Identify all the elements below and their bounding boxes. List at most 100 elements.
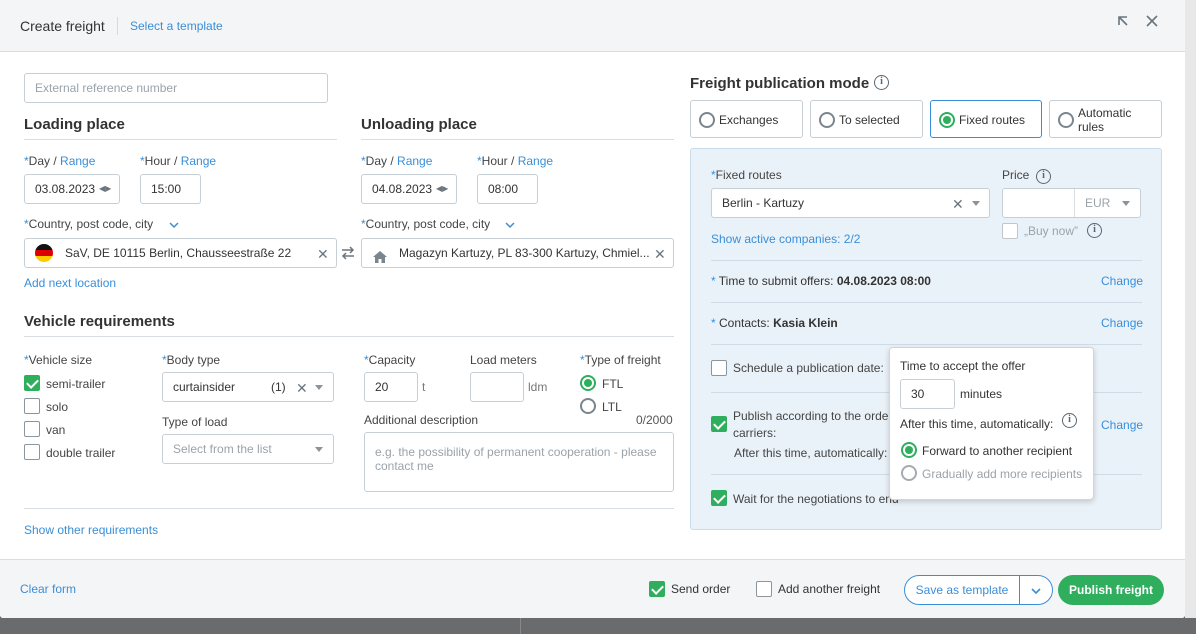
gradually-add-label: Gradually add more recipients bbox=[922, 467, 1083, 481]
fixed-routes-field-label: *Fixed routes bbox=[711, 168, 782, 182]
unloading-place-title: Unloading place bbox=[361, 116, 477, 133]
wait-negotiations-checkbox[interactable] bbox=[711, 490, 727, 506]
unloading-hour-label: *Hour / Range bbox=[477, 154, 554, 168]
schedule-publication-checkbox[interactable] bbox=[711, 360, 727, 376]
mode-automatic-rules-button[interactable]: Automatic rules bbox=[1049, 100, 1162, 138]
ftl-radio[interactable] bbox=[580, 375, 596, 391]
save-as-template-button[interactable]: Save as template bbox=[904, 575, 1020, 605]
freight-type-text: Type of freight bbox=[584, 353, 661, 367]
clear-icon[interactable]: ✕ bbox=[317, 247, 329, 261]
semi-trailer-checkbox[interactable] bbox=[24, 375, 40, 391]
publish-order-label: Publish according to the order bbox=[733, 409, 893, 423]
unloading-address-value: Magazyn Kartuzy, PL 83-300 Kartuzy, Chmi… bbox=[399, 246, 650, 260]
freight-type-label: *Type of freight bbox=[580, 353, 661, 367]
home-icon bbox=[372, 246, 388, 274]
collapse-icon[interactable] bbox=[1114, 14, 1132, 32]
loading-date-input[interactable]: 03.08.2023 ◀▶ bbox=[24, 174, 120, 204]
dropdown-arrow-icon[interactable] bbox=[1122, 201, 1130, 206]
forward-recipient-radio[interactable] bbox=[901, 442, 917, 458]
background-strip bbox=[0, 618, 1196, 634]
info-icon[interactable]: i bbox=[1062, 413, 1077, 428]
mode-to-selected-button[interactable]: To selected bbox=[810, 100, 923, 138]
solo-label: solo bbox=[46, 400, 69, 414]
info-icon[interactable]: i bbox=[1036, 169, 1051, 184]
minutes-input[interactable]: 30 bbox=[900, 379, 955, 409]
fixed-routes-radio bbox=[939, 112, 955, 128]
double-trailer-checkbox[interactable] bbox=[24, 444, 40, 460]
background-divider bbox=[520, 618, 521, 634]
chevron-down-icon[interactable] bbox=[168, 219, 180, 233]
chevron-down-icon[interactable] bbox=[504, 219, 516, 233]
ltl-radio[interactable] bbox=[580, 398, 596, 414]
unloading-hour-input[interactable]: 08:00 bbox=[477, 174, 538, 204]
capacity-input[interactable]: 20 bbox=[364, 372, 418, 402]
time-submit-value: 04.08.2023 08:00 bbox=[836, 274, 931, 288]
loading-hour-input[interactable]: 15:00 bbox=[140, 174, 201, 204]
dropdown-arrow-icon[interactable] bbox=[315, 447, 323, 452]
info-icon[interactable]: i bbox=[874, 75, 889, 90]
close-icon[interactable] bbox=[1143, 14, 1161, 32]
schedule-publication-label: Schedule a publication date: bbox=[733, 361, 884, 375]
requirements-rule bbox=[24, 508, 674, 509]
accept-offer-popover: Time to accept the offer 30 minutes Afte… bbox=[889, 347, 1094, 500]
loading-address-input[interactable]: SaV, DE 10115 Berlin, Chausseestraße 22 … bbox=[24, 238, 337, 268]
solo-checkbox[interactable] bbox=[24, 398, 40, 414]
exchanges-radio bbox=[699, 112, 715, 128]
buy-now-checkbox[interactable] bbox=[1002, 223, 1018, 239]
contacts-change-link[interactable]: Change bbox=[1101, 316, 1143, 330]
additional-description-textarea[interactable]: e.g. the possibility of permanent cooper… bbox=[364, 432, 674, 492]
swap-icon[interactable] bbox=[340, 245, 356, 264]
unloading-day-text: Day bbox=[365, 154, 388, 168]
gradually-add-radio[interactable] bbox=[901, 465, 917, 481]
date-stepper-icon[interactable]: ◀▶ bbox=[99, 175, 111, 203]
add-another-freight-checkbox[interactable] bbox=[756, 581, 772, 597]
load-meters-input[interactable] bbox=[470, 372, 524, 402]
publish-order-change-link[interactable]: Change bbox=[1101, 418, 1143, 432]
clear-icon[interactable]: ✕ bbox=[296, 381, 308, 395]
semi-trailer-label: semi-trailer bbox=[46, 377, 106, 391]
chevron-down-icon bbox=[1031, 588, 1041, 595]
mode-exchanges-button[interactable]: Exchanges bbox=[690, 100, 803, 138]
body-type-select[interactable]: curtainsider (1) ✕ bbox=[162, 372, 334, 402]
clear-icon[interactable]: ✕ bbox=[952, 197, 964, 211]
publish-order-checkbox[interactable] bbox=[711, 416, 727, 432]
additional-description-label: Additional description bbox=[364, 413, 479, 427]
show-other-requirements-link[interactable]: Show other requirements bbox=[24, 523, 158, 537]
publish-freight-button[interactable]: Publish freight bbox=[1058, 575, 1164, 605]
vehicle-requirements-title: Vehicle requirements bbox=[24, 313, 175, 330]
unloading-day-range-link[interactable]: Range bbox=[397, 154, 432, 168]
price-label: Price bbox=[1002, 168, 1030, 182]
mode-fixed-routes-button[interactable]: Fixed routes bbox=[930, 100, 1042, 138]
clear-form-link[interactable]: Clear form bbox=[20, 582, 76, 596]
contacts-row: * Contacts: Kasia Klein bbox=[711, 316, 838, 330]
currency-value[interactable]: EUR bbox=[1085, 189, 1110, 217]
loading-day-range-link[interactable]: Range bbox=[60, 154, 95, 168]
external-reference-input[interactable]: External reference number bbox=[24, 73, 328, 103]
info-icon[interactable]: i bbox=[1087, 223, 1102, 238]
van-checkbox[interactable] bbox=[24, 421, 40, 437]
after-time-label: After this time, automatically: bbox=[734, 446, 888, 460]
load-type-select[interactable]: Select from the list bbox=[162, 434, 334, 464]
add-next-location-link[interactable]: Add next location bbox=[24, 276, 116, 290]
price-input[interactable]: EUR bbox=[1002, 188, 1141, 218]
show-active-companies-link[interactable]: Show active companies: 2/2 bbox=[711, 232, 860, 246]
dropdown-arrow-icon[interactable] bbox=[315, 385, 323, 390]
dropdown-arrow-icon[interactable] bbox=[972, 201, 980, 206]
unloading-date-input[interactable]: 04.08.2023 ◀▶ bbox=[361, 174, 457, 204]
body-type-text: Body type bbox=[166, 353, 221, 367]
select-template-link[interactable]: Select a template bbox=[130, 19, 223, 33]
unloading-address-input[interactable]: Magazyn Kartuzy, PL 83-300 Kartuzy, Chmi… bbox=[361, 238, 674, 268]
loading-hour-range-link[interactable]: Range bbox=[181, 154, 216, 168]
unloading-hour-text: Hour bbox=[481, 154, 508, 168]
capacity-unit: t bbox=[422, 380, 426, 394]
fixed-routes-select[interactable]: Berlin - Kartuzy ✕ bbox=[711, 188, 990, 218]
unloading-hour-range-link[interactable]: Range bbox=[518, 154, 553, 168]
date-stepper-icon[interactable]: ◀▶ bbox=[436, 175, 448, 203]
page-scrollbar[interactable] bbox=[1185, 0, 1196, 618]
modal-title: Create freight bbox=[20, 18, 105, 34]
clear-icon[interactable]: ✕ bbox=[654, 247, 666, 261]
time-submit-change-link[interactable]: Change bbox=[1101, 274, 1143, 288]
minutes-label: minutes bbox=[960, 387, 1003, 401]
send-order-checkbox[interactable] bbox=[649, 581, 665, 597]
save-template-dropdown-button[interactable] bbox=[1019, 575, 1053, 605]
